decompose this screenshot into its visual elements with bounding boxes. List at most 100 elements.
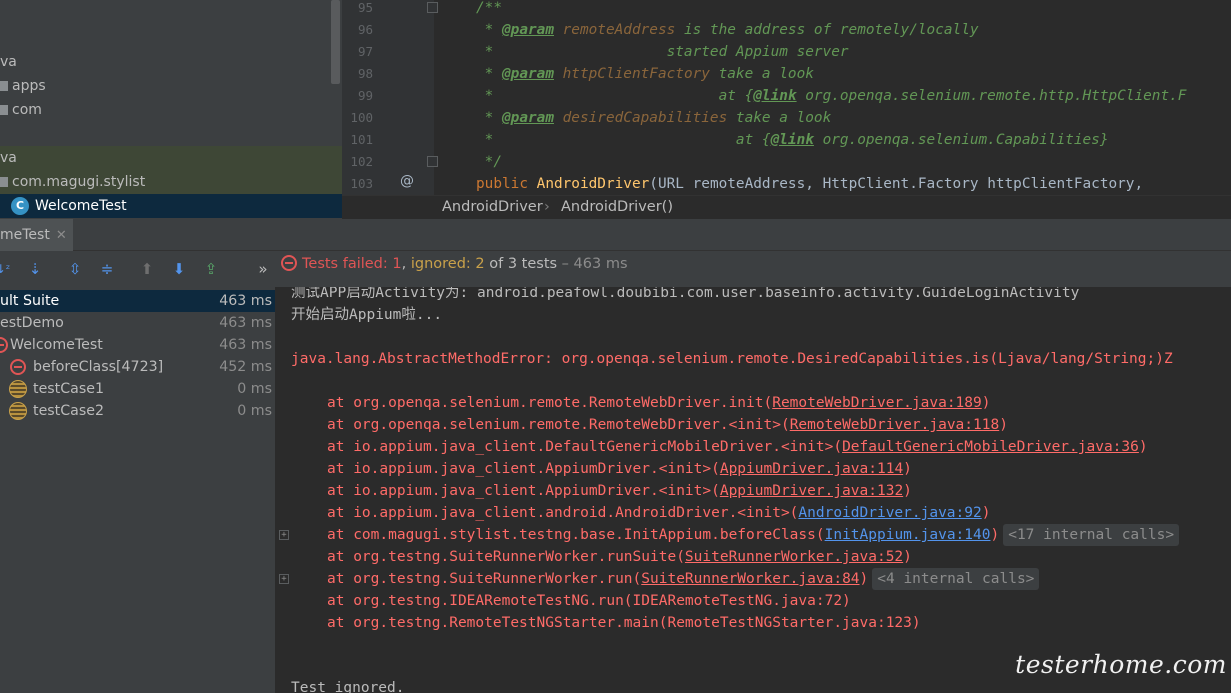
test-node-testcase2[interactable]: testCase2 0 ms: [0, 400, 275, 422]
sort-alphabetically-icon[interactable]: ↓ᶻ: [0, 260, 12, 278]
stack-frame: at org.openqa.selenium.remote.RemoteWebD…: [327, 417, 1008, 433]
stack-frame: at io.appium.java_client.AppiumDriver.<i…: [327, 483, 912, 499]
test-duration: 0 ms: [237, 403, 272, 419]
tree-item-com[interactable]: com: [0, 98, 342, 122]
java-class-icon: C: [11, 197, 29, 215]
breadcrumb-separator: ›: [544, 199, 550, 215]
line-number: 97: [357, 44, 373, 59]
console-output[interactable]: 测试APP启动Activity为: android.peafowl.doubib…: [276, 287, 1231, 693]
project-scrollbar[interactable]: [331, 0, 340, 84]
code-line: 103 public AndroidDriver(URL remoteAddres…: [342, 173, 1231, 195]
test-node-testdemo[interactable]: estDemo 463 ms: [0, 312, 275, 334]
console-line: Test ignored.: [291, 680, 405, 693]
test-name: beforeClass[4723]: [33, 359, 164, 375]
editor-marker-strip[interactable]: [1225, 0, 1231, 195]
run-tab-bar: meTest ✕: [0, 219, 1231, 251]
stack-frame: + at org.testng.SuiteRunnerWorker.run(Sui…: [276, 568, 1231, 590]
tree-item-label: va: [0, 150, 17, 166]
test-node-testcase1[interactable]: testCase1 0 ms: [0, 378, 275, 400]
code-text: * started Appium server: [476, 44, 849, 60]
breadcrumb-method[interactable]: AndroidDriver(): [561, 196, 673, 218]
test-duration: 463 ms: [219, 293, 272, 309]
export-results-icon[interactable]: ⇪: [202, 260, 220, 278]
source-link[interactable]: AndroidDriver.java:92: [798, 505, 981, 521]
ignored-count: ignored: 2: [410, 256, 485, 272]
source-link[interactable]: RemoteWebDriver.java:189: [772, 395, 982, 411]
internal-calls-badge[interactable]: <17 internal calls>: [1003, 524, 1180, 546]
code-text: * @param remoteAddress is the address of…: [476, 22, 979, 38]
failed-count: Tests failed: 1: [302, 256, 402, 272]
test-name: ult Suite: [0, 293, 60, 309]
tree-item-java[interactable]: va: [0, 50, 342, 74]
previous-failed-icon[interactable]: ⬆: [138, 260, 156, 278]
stack-frame: at io.appium.java_client.AppiumDriver.<i…: [327, 461, 912, 477]
test-status: Tests failed: 1, ignored: 2 of 3 tests –…: [281, 251, 628, 287]
tab-label: meTest: [0, 227, 50, 243]
internal-calls-badge[interactable]: <4 internal calls>: [872, 568, 1040, 590]
line-number: 95: [357, 0, 373, 15]
tree-item-package[interactable]: com.magugi.stylist: [0, 170, 342, 194]
source-link[interactable]: RemoteWebDriver.java:118: [790, 417, 1000, 433]
source-link[interactable]: SuiteRunnerWorker.java:84: [641, 571, 859, 587]
line-number: 101: [350, 132, 373, 147]
test-node-welcometest[interactable]: WelcomeTest 463 ms: [0, 334, 275, 356]
ignored-status-icon: [9, 380, 27, 398]
code-line: 99 * at {@link org.openqa.selenium.remot…: [342, 85, 1231, 107]
code-text: * @param desiredCapabilities take a look: [476, 110, 832, 126]
tests-failed-icon: [281, 255, 297, 271]
code-line: 96 * @param remoteAddress is the address…: [342, 19, 1231, 41]
failed-status-icon: [10, 359, 26, 375]
sort-by-duration-icon[interactable]: ⇣: [26, 260, 44, 278]
test-name: estDemo: [0, 315, 64, 331]
test-name: WelcomeTest: [10, 337, 103, 353]
line-number: 98: [357, 66, 373, 81]
tree-item-label: com.magugi.stylist: [12, 174, 146, 190]
close-icon[interactable]: ✕: [56, 228, 67, 243]
package-folder-icon: [0, 105, 8, 115]
code-text: */: [476, 154, 502, 170]
source-link[interactable]: InitAppium.java:140: [825, 527, 991, 543]
test-name: testCase2: [33, 403, 104, 419]
collapse-all-icon[interactable]: ≑: [98, 260, 116, 278]
code-editor[interactable]: @ 95/** 96 * @param remoteAddress is the…: [342, 0, 1231, 195]
source-link[interactable]: AppiumDriver.java:132: [720, 483, 903, 499]
code-text: * @param httpClientFactory take a look: [476, 66, 814, 82]
code-line: 97 * started Appium server: [342, 41, 1231, 63]
source-link[interactable]: DefaultGenericMobileDriver.java:36: [842, 439, 1139, 455]
breadcrumb-class[interactable]: AndroidDriver: [442, 196, 543, 218]
tree-item-apps[interactable]: apps: [0, 74, 342, 98]
watermark-logo: testerhome.com: [1015, 650, 1227, 679]
stack-frame: at org.testng.IDEARemoteTestNG.run(IDEAR…: [327, 593, 851, 609]
stack-frame: at io.appium.java_client.DefaultGenericM…: [327, 439, 1148, 455]
expand-frames-icon[interactable]: +: [279, 574, 289, 584]
code-text: * at {@link org.openqa.selenium.Capabili…: [476, 132, 1109, 148]
expand-all-icon[interactable]: ⇳: [66, 260, 84, 278]
test-results-tree: ult Suite 463 ms estDemo 463 ms WelcomeTes…: [0, 287, 276, 693]
test-duration: 463 ms: [219, 315, 272, 331]
line-number: 100: [350, 110, 373, 125]
total-count: of 3 tests: [484, 256, 558, 272]
total-time: – 463 ms: [557, 256, 628, 272]
test-node-suite[interactable]: ult Suite 463 ms: [0, 290, 275, 312]
package-folder-icon: [0, 81, 8, 91]
breadcrumb: AndroidDriver › AndroidDriver(): [342, 195, 1231, 219]
code-text: * at {@link org.openqa.selenium.remote.h…: [476, 88, 1187, 104]
stack-frame: at org.testng.SuiteRunnerWorker.runSuite…: [327, 549, 912, 565]
code-text: /**: [476, 0, 502, 16]
more-actions-icon[interactable]: »: [254, 260, 272, 278]
console-error-line: java.lang.AbstractMethodError: org.openq…: [291, 351, 1173, 367]
stack-frame: at org.testng.RemoteTestNGStarter.main(R…: [327, 615, 921, 631]
next-failed-icon[interactable]: ⬇: [170, 260, 188, 278]
code-line: 98 * @param httpClientFactory take a loo…: [342, 63, 1231, 85]
code-line: 101 * at {@link org.openqa.selenium.Capa…: [342, 129, 1231, 151]
source-link[interactable]: SuiteRunnerWorker.java:52: [685, 549, 903, 565]
tree-item-welcometest[interactable]: C WelcomeTest: [0, 194, 342, 218]
test-duration: 463 ms: [219, 337, 272, 353]
tree-item-test-java[interactable]: va: [0, 146, 342, 170]
test-duration: 452 ms: [219, 359, 272, 375]
expand-frames-icon[interactable]: +: [279, 530, 289, 540]
test-node-beforeclass[interactable]: beforeClass[4723] 452 ms: [0, 356, 275, 378]
tab-welcometest[interactable]: meTest ✕: [0, 219, 73, 251]
source-link[interactable]: AppiumDriver.java:114: [720, 461, 903, 477]
ignored-status-icon: [9, 402, 27, 420]
